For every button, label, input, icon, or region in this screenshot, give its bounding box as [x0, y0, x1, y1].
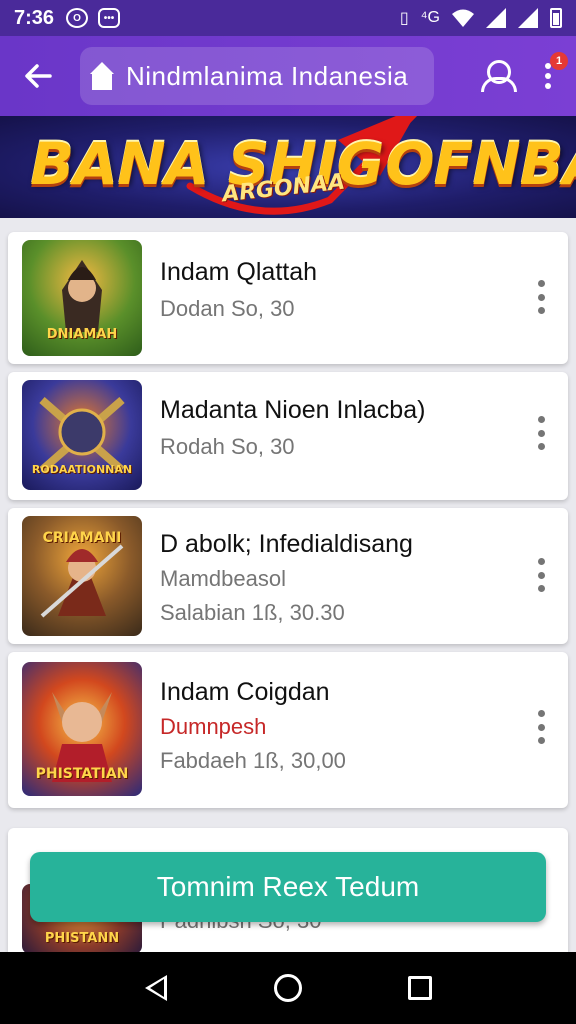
triangle-back-icon	[145, 975, 167, 1001]
search-text: Nindmlanima Indanesia	[126, 60, 409, 91]
circle-home-icon	[274, 974, 302, 1002]
dot-icon	[537, 723, 545, 731]
back-button[interactable]	[14, 52, 62, 100]
home-icon	[90, 62, 114, 90]
thumbnail-caption: PHISTANN	[44, 931, 120, 946]
game-thumbnail: PHISTATIAN	[22, 662, 142, 796]
dot-icon	[537, 571, 545, 579]
notification-icon: O	[66, 8, 89, 28]
signal-icon	[486, 8, 506, 28]
thumbnail-caption: DNIAMAH	[46, 327, 118, 342]
status-bar: 7:36 O ••• ▯ ⁴G	[0, 0, 576, 36]
thumbnail-caption: CRIAMANI	[42, 530, 122, 546]
dot-icon	[545, 73, 551, 79]
signal-icon-2	[518, 8, 538, 28]
wifi-icon	[452, 9, 474, 27]
dot-icon	[545, 83, 551, 89]
item-subtitle: Dumnpesh	[160, 714, 267, 739]
nav-recents-button[interactable]	[400, 968, 440, 1008]
game-thumbnail: RODAATIONNAN	[22, 380, 142, 490]
promo-banner[interactable]: BANA SHIGOFNBA!! ARGONAA	[0, 116, 576, 218]
item-title: Madanta Nioen Inlacba)	[160, 396, 426, 424]
item-menu-button[interactable]	[534, 710, 548, 744]
dot-icon	[537, 737, 545, 744]
item-menu-button[interactable]	[534, 280, 548, 314]
list-item[interactable]: RODAATIONNAN Madanta Nioen Inlacba) Roda…	[8, 372, 568, 500]
notification-badge: 1	[550, 52, 568, 70]
item-date: Salabian 1ß, 30.30	[160, 600, 345, 625]
app-bar: Nindmlanima Indanesia 1	[0, 36, 576, 116]
overflow-menu-button[interactable]: 1	[534, 52, 568, 96]
dot-icon	[537, 585, 545, 592]
item-menu-button[interactable]	[534, 558, 548, 592]
thumbnail-caption: RODAATIONNAN	[31, 463, 133, 476]
status-time: 7:36	[14, 6, 55, 29]
item-title: D abolk; Infedialdisang	[160, 530, 413, 558]
search-field[interactable]: Nindmlanima Indanesia	[80, 47, 434, 105]
game-thumbnail: DNIAMAH	[22, 240, 142, 356]
status-right-icons: ▯ ⁴G	[400, 8, 562, 28]
account-button[interactable]	[478, 58, 517, 94]
dot-icon	[537, 307, 545, 314]
game-thumbnail: CRIAMANI	[22, 516, 142, 636]
list-item[interactable]: DNIAMAH Indam Qlattah Dodan So, 30	[8, 232, 568, 364]
dot-icon	[537, 293, 545, 301]
list-item[interactable]: PHISTATIAN Indam Coigdan Dumnpesh Fabdae…	[8, 652, 568, 808]
item-title: Indam Qlattah	[160, 258, 318, 286]
message-icon: •••	[98, 8, 121, 28]
dot-icon	[537, 280, 545, 287]
primary-action-button[interactable]: Tomnim Reex Tedum	[30, 852, 546, 922]
item-menu-button[interactable]	[534, 416, 548, 450]
arrow-left-icon	[25, 64, 52, 88]
nav-home-button[interactable]	[268, 968, 308, 1008]
dot-icon	[537, 429, 545, 437]
item-date: Fabdaeh 1ß, 30,00	[160, 748, 346, 773]
item-subtitle: Rodah So, 30	[160, 434, 295, 459]
dot-icon	[537, 558, 545, 565]
system-nav-bar	[0, 952, 576, 1024]
app-bar-actions: 1	[478, 52, 568, 96]
data-icon: ⁴G	[420, 9, 440, 26]
dot-icon	[537, 416, 545, 423]
list-item[interactable]: CRIAMANI D abolk; Infedialdisang Mamdbea…	[8, 508, 568, 644]
dot-icon	[537, 443, 545, 450]
thumbnail-caption: PHISTATIAN	[35, 766, 129, 782]
square-recents-icon	[408, 976, 432, 1000]
vibrate-icon: ▯	[399, 10, 409, 27]
nav-back-button[interactable]	[136, 968, 176, 1008]
item-subtitle: Dodan So, 30	[160, 296, 295, 321]
item-title: Indam Coigdan	[160, 678, 330, 706]
battery-icon	[550, 8, 562, 28]
screen: 7:36 O ••• ▯ ⁴G Nindmlanima Indanesia 1 …	[0, 0, 576, 1024]
item-subtitle: Mamdbeasol	[160, 566, 286, 591]
dot-icon	[537, 710, 545, 717]
